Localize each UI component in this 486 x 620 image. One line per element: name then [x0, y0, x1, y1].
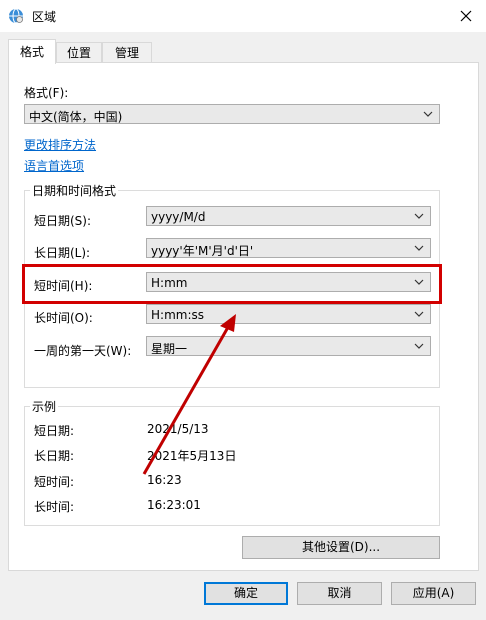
other-settings-button[interactable]: 其他设置(D)... — [242, 536, 440, 559]
ok-label: 确定 — [233, 586, 258, 600]
tab-location[interactable]: 位置 — [56, 42, 102, 63]
short-date-select[interactable]: yyyy/M/d — [146, 206, 431, 226]
tab-format-label: 格式 — [19, 45, 44, 59]
first-day-select[interactable]: 星期一 — [146, 336, 431, 356]
long-date-label: 长日期(L): — [34, 246, 91, 260]
tab-format[interactable]: 格式 — [8, 39, 56, 64]
example-long-time-value: 16:23:01 — [147, 498, 201, 512]
tab-location-label: 位置 — [66, 46, 91, 60]
example-long-date-value: 2021年5月13日 — [147, 449, 237, 463]
tab-admin[interactable]: 管理 — [102, 42, 152, 63]
chevron-down-icon — [414, 213, 424, 219]
format-select[interactable]: 中文(简体，中国) — [24, 104, 440, 124]
first-day-label: 一周的第一天(W): — [34, 344, 132, 358]
ok-button[interactable]: 确定 — [204, 582, 288, 605]
format-label: 格式(F): — [24, 86, 69, 100]
example-group — [24, 406, 440, 526]
long-date-value: yyyy'年'M'月'd'日' — [151, 244, 254, 258]
long-time-select[interactable]: H:mm:ss — [146, 304, 431, 324]
example-short-date-label: 短日期: — [34, 424, 75, 438]
example-long-time-label: 长时间: — [34, 500, 75, 514]
other-settings-label: 其他设置(D)... — [301, 540, 381, 554]
long-time-value: H:mm:ss — [151, 308, 204, 322]
example-short-time-label: 短时间: — [34, 475, 75, 489]
title-bar: 区域 — [0, 0, 486, 32]
example-short-time-value: 16:23 — [147, 473, 182, 487]
format-value: 中文(简体，中国) — [29, 110, 123, 124]
language-prefs-link[interactable]: 语言首选项 — [24, 157, 84, 174]
datetime-group-title: 日期和时间格式 — [30, 182, 119, 199]
highlight-box — [22, 264, 442, 304]
example-long-date-label: 长日期: — [34, 449, 75, 463]
apply-label: 应用(A) — [412, 586, 455, 600]
globe-icon — [9, 8, 23, 24]
window-title: 区域 — [32, 10, 57, 24]
example-short-date-value: 2021/5/13 — [147, 422, 209, 436]
tab-admin-label: 管理 — [114, 46, 139, 60]
change-sort-link[interactable]: 更改排序方法 — [24, 136, 96, 153]
short-date-label: 短日期(S): — [34, 214, 92, 228]
chevron-down-icon — [423, 111, 433, 117]
first-day-value: 星期一 — [151, 342, 188, 356]
cancel-label: 取消 — [327, 586, 352, 600]
example-group-title: 示例 — [30, 398, 59, 415]
apply-button[interactable]: 应用(A) — [391, 582, 476, 605]
long-time-label: 长时间(O): — [34, 311, 93, 325]
close-icon[interactable] — [456, 6, 476, 26]
cancel-button[interactable]: 取消 — [297, 582, 382, 605]
short-date-value: yyyy/M/d — [151, 210, 206, 224]
chevron-down-icon — [414, 245, 424, 251]
chevron-down-icon — [414, 311, 424, 317]
chevron-down-icon — [414, 343, 424, 349]
long-date-select[interactable]: yyyy'年'M'月'd'日' — [146, 238, 431, 258]
